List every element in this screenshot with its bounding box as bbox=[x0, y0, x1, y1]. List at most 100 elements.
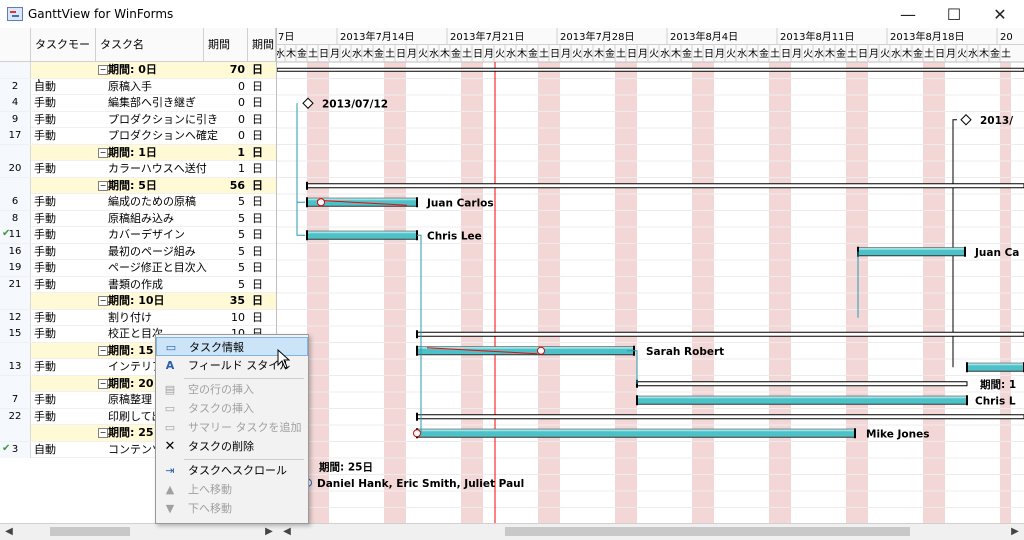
row-number[interactable]: 16 bbox=[0, 243, 31, 260]
task-mode[interactable]: 手動 bbox=[34, 95, 56, 111]
task-mode[interactable]: 手動 bbox=[34, 244, 56, 260]
collapse-icon[interactable]: − bbox=[98, 147, 108, 158]
row-number[interactable]: 20 bbox=[0, 161, 31, 177]
row-number[interactable]: 4 bbox=[0, 95, 31, 111]
task-duration[interactable]: 5 bbox=[205, 244, 245, 260]
task-name[interactable]: 期間: 10日 bbox=[108, 293, 165, 309]
column-header-name[interactable]: タスク名 bbox=[96, 28, 204, 61]
menu-item-delete-task[interactable]: ✕ タスクの削除 bbox=[156, 437, 308, 456]
task-duration-unit[interactable]: 日 bbox=[252, 310, 263, 326]
menu-item-insert-task[interactable]: ▭ タスクの挿入 bbox=[156, 399, 308, 418]
table-row[interactable]: 9 手動 プロダクションに引き 0 日 bbox=[0, 111, 276, 128]
menu-item-move-down[interactable]: ▼ 下へ移動 bbox=[156, 499, 308, 518]
row-number[interactable] bbox=[0, 177, 31, 194]
task-duration-unit[interactable]: 日 bbox=[252, 211, 263, 227]
task-duration[interactable]: 5 bbox=[205, 227, 245, 243]
task-name[interactable]: 最初のページ組み bbox=[108, 244, 196, 260]
task-name[interactable]: 書類の作成 bbox=[108, 277, 163, 293]
table-row[interactable]: 2 自動 原稿入手 0 日 bbox=[0, 78, 276, 95]
task-mode[interactable]: 自動 bbox=[34, 442, 56, 458]
task-duration-unit[interactable]: 日 bbox=[252, 194, 263, 210]
task-duration-unit[interactable]: 日 bbox=[252, 62, 263, 78]
column-header-duration[interactable]: 期間 bbox=[204, 28, 248, 61]
task-duration-unit[interactable]: 日 bbox=[252, 79, 263, 95]
task-mode[interactable]: 手動 bbox=[34, 359, 56, 375]
task-name[interactable]: 割り付け bbox=[108, 310, 152, 326]
task-duration-unit[interactable]: 日 bbox=[252, 227, 263, 243]
chart-scroll-left-icon[interactable]: ◀ bbox=[280, 526, 294, 538]
row-number[interactable]: 9 bbox=[0, 111, 31, 128]
chart-scroll-thumb[interactable] bbox=[505, 527, 910, 536]
task-duration-unit[interactable]: 日 bbox=[252, 161, 263, 177]
task-mode[interactable]: 手動 bbox=[34, 260, 56, 276]
task-name[interactable]: 期間: 1日 bbox=[108, 145, 157, 161]
task-mode[interactable]: 手動 bbox=[34, 409, 56, 425]
row-number[interactable] bbox=[0, 62, 31, 78]
task-name[interactable]: 期間: 0日 bbox=[108, 62, 157, 78]
task-name[interactable]: 編成のための原稿 bbox=[108, 194, 196, 210]
task-duration-unit[interactable]: 日 bbox=[252, 145, 263, 161]
table-row[interactable]: 12 手動 割り付け 10 日 bbox=[0, 309, 276, 326]
menu-item-add-summary-task[interactable]: ▭ サマリー タスクを追加 bbox=[156, 418, 308, 437]
column-header-duration-unit[interactable]: 期間 bbox=[248, 28, 276, 61]
collapse-icon[interactable]: − bbox=[98, 180, 108, 191]
table-row[interactable]: 11 ✔ 手動 カバーデザイン 5 日 bbox=[0, 227, 276, 244]
task-name[interactable]: プロダクションに引き bbox=[108, 112, 218, 128]
task-duration-unit[interactable]: 日 bbox=[252, 260, 263, 276]
task-duration-unit[interactable]: 日 bbox=[252, 244, 263, 260]
task-mode[interactable]: 手動 bbox=[34, 112, 56, 128]
task-duration[interactable]: 1 bbox=[205, 161, 245, 177]
task-name[interactable]: 原稿整理 bbox=[108, 392, 152, 408]
task-mode[interactable]: 手動 bbox=[34, 194, 56, 210]
row-number[interactable]: 6 bbox=[0, 194, 31, 210]
task-mode[interactable]: 手動 bbox=[34, 227, 56, 243]
task-mode[interactable]: 自動 bbox=[34, 79, 56, 95]
task-duration[interactable]: 0 bbox=[205, 128, 245, 144]
horizontal-scrollbar[interactable]: ◀ ▶ ◀ ▶ bbox=[0, 523, 1024, 540]
task-duration[interactable]: 10 bbox=[205, 310, 245, 326]
collapse-icon[interactable]: − bbox=[98, 378, 108, 389]
table-row[interactable]: 16 手動 最初のページ組み 5 日 bbox=[0, 243, 276, 260]
close-button[interactable]: ✕ bbox=[977, 0, 1023, 28]
menu-item-move-up[interactable]: ▲ 上へ移動 bbox=[156, 480, 308, 499]
task-duration[interactable]: 56 bbox=[205, 178, 245, 194]
row-number[interactable]: 22 bbox=[0, 408, 31, 425]
summary-row[interactable]: − 期間: 10日 35 日 bbox=[0, 293, 276, 310]
row-number[interactable] bbox=[0, 293, 31, 309]
task-name[interactable]: 編集部へ引き継ぎ bbox=[108, 95, 196, 111]
task-name[interactable]: カバーデザイン bbox=[108, 227, 185, 243]
summary-row[interactable]: − 期間: 5日 56 日 bbox=[0, 177, 276, 194]
task-duration[interactable]: 5 bbox=[205, 194, 245, 210]
task-mode[interactable]: 手動 bbox=[34, 326, 56, 342]
task-mode[interactable]: 手動 bbox=[34, 310, 56, 326]
task-mode[interactable]: 手動 bbox=[34, 161, 56, 177]
menu-item-scroll-to-task[interactable]: ⇥ タスクへスクロール bbox=[156, 461, 308, 480]
task-name[interactable]: 原稿入手 bbox=[108, 79, 152, 95]
task-duration[interactable]: 5 bbox=[205, 260, 245, 276]
menu-item-insert-blank-row[interactable]: ▤ 空の行の挿入 bbox=[156, 380, 308, 399]
row-number[interactable]: 15 bbox=[0, 326, 31, 342]
task-name[interactable]: プロダクションへ確定 bbox=[108, 128, 218, 144]
scroll-right-icon[interactable]: ▶ bbox=[262, 526, 276, 538]
task-duration[interactable]: 70 bbox=[205, 62, 245, 78]
row-number[interactable]: 7 bbox=[0, 392, 31, 408]
task-duration[interactable]: 0 bbox=[205, 112, 245, 128]
summary-row[interactable]: − 期間: 0日 70 日 bbox=[0, 62, 276, 79]
table-row[interactable]: 4 手動 編集部へ引き継ぎ 0 日 bbox=[0, 95, 276, 112]
table-row[interactable]: 19 手動 ページ修正と目次入 5 日 bbox=[0, 260, 276, 277]
minimize-button[interactable]: — bbox=[885, 0, 931, 28]
task-duration-unit[interactable]: 日 bbox=[252, 95, 263, 111]
grid-scroll-thumb[interactable] bbox=[50, 527, 130, 536]
row-number[interactable] bbox=[0, 375, 31, 392]
task-mode[interactable]: 手動 bbox=[34, 128, 56, 144]
maximize-button[interactable]: ☐ bbox=[931, 0, 977, 28]
collapse-icon[interactable]: − bbox=[98, 428, 108, 438]
task-name[interactable]: 期間: 5日 bbox=[108, 178, 157, 194]
row-number[interactable]: 8 bbox=[0, 210, 31, 227]
summary-row[interactable]: − 期間: 1日 1 日 bbox=[0, 144, 276, 161]
task-mode[interactable]: 手動 bbox=[34, 277, 56, 293]
task-duration-unit[interactable]: 日 bbox=[252, 128, 263, 144]
task-mode[interactable]: 手動 bbox=[34, 392, 56, 408]
task-duration-unit[interactable]: 日 bbox=[252, 277, 263, 293]
row-number[interactable] bbox=[0, 425, 31, 441]
